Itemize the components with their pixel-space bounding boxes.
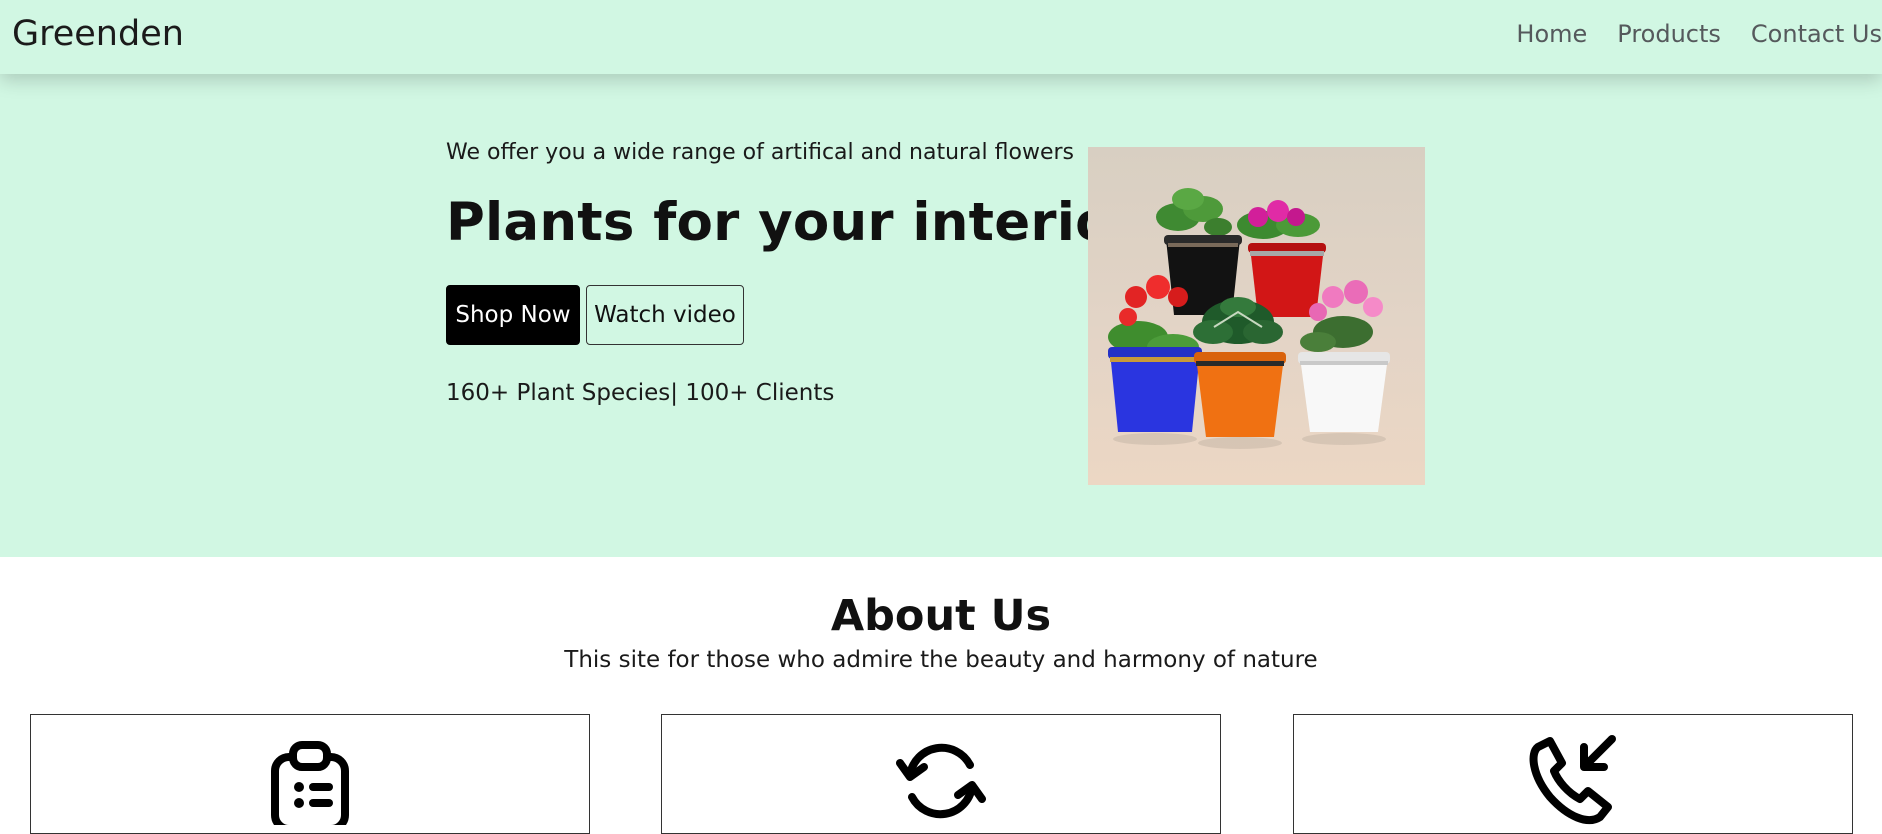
shop-now-button[interactable]: Shop Now [446,285,580,345]
red-pot-plant [1237,200,1326,317]
hero-title: Plants for your interior [446,192,1139,253]
hero-section: We offer you a wide range of artifical a… [0,74,1882,557]
hero-stats: 160+ Plant Species| 100+ Clients [446,380,835,406]
brand-logo[interactable]: Greenden [12,14,184,54]
potted-flowers-image [1088,147,1425,485]
refresh-icon [896,743,986,819]
about-subtitle: This site for those who admire the beaut… [564,647,1318,673]
nav-link-products[interactable]: Products [1617,20,1721,48]
hero-subtitle: We offer you a wide range of artifical a… [446,140,1074,165]
about-section: About Us This site for those who admire … [0,557,1882,834]
nav-link-home[interactable]: Home [1516,20,1587,48]
about-title: About Us [830,591,1052,641]
orange-pot-plant [1193,297,1286,437]
hero-buttons: Shop Now Watch video [446,285,744,345]
watch-video-button[interactable]: Watch video [586,285,744,345]
feature-card [661,714,1221,834]
navbar: Greenden Home Products Contact Us [0,0,1882,74]
clipboard-list-icon [271,741,349,825]
feature-card [30,714,590,834]
feature-card [1293,714,1853,834]
nav-link-contact-us[interactable]: Contact Us [1751,20,1882,48]
potted-flowers-illustration [1108,188,1390,449]
phone-incoming-icon [1529,735,1616,825]
nav-links: Home Products Contact Us [1516,20,1882,48]
